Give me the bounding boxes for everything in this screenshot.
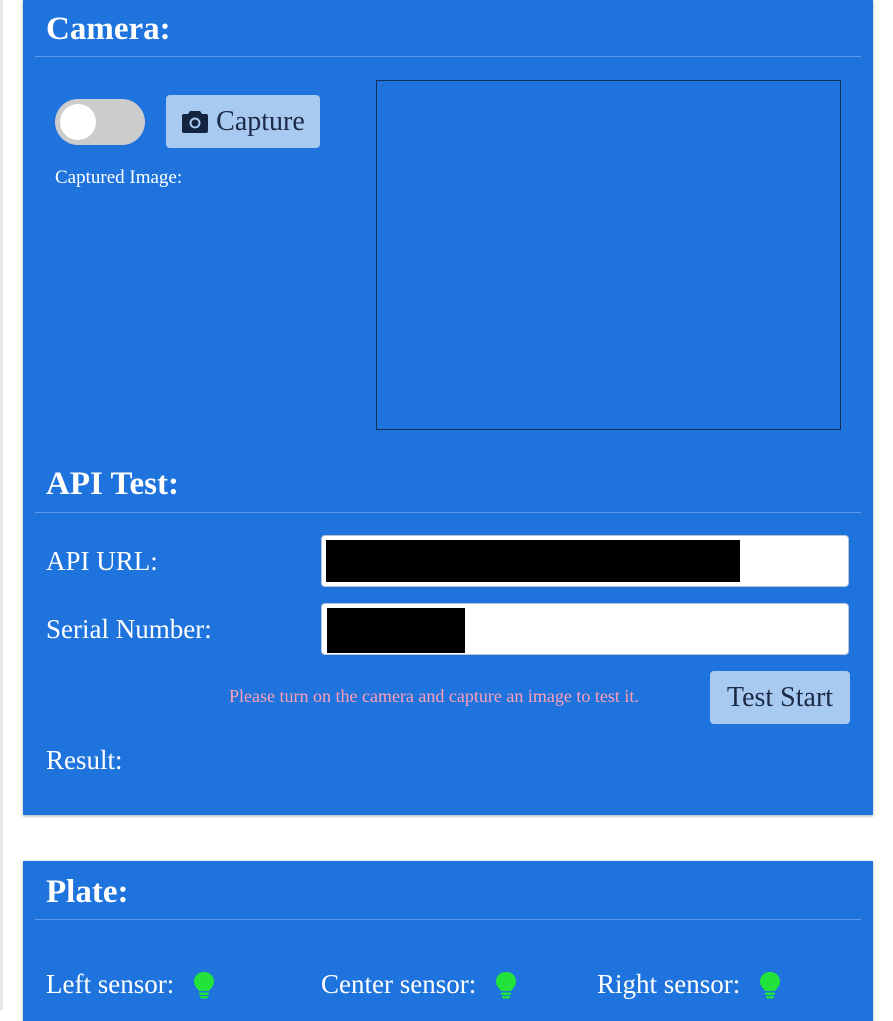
plate-panel: Plate: Left sensor: Center sensor: Right…	[23, 861, 873, 1021]
api-test-heading: API Test:	[46, 466, 179, 502]
serial-number-input[interactable]	[321, 603, 849, 655]
captured-image-label: Captured Image:	[55, 167, 183, 188]
right-sensor-label: Right sensor:	[597, 969, 741, 999]
lightbulb-icon	[740, 971, 781, 999]
api-url-redaction	[326, 540, 740, 582]
result-label: Result:	[46, 745, 123, 775]
camera-icon	[181, 109, 209, 134]
camera-toggle-knob	[60, 104, 96, 140]
center-sensor-label: Center sensor:	[321, 969, 477, 999]
right-sensor: Right sensor:	[597, 969, 781, 1000]
test-hint-text: Please turn on the camera and capture an…	[229, 686, 639, 706]
camera-divider	[35, 56, 861, 57]
capture-button[interactable]: Capture	[166, 95, 320, 148]
center-sensor: Center sensor:	[321, 969, 517, 1000]
camera-heading: Camera:	[46, 11, 171, 47]
capture-button-label: Capture	[216, 105, 305, 137]
test-start-button[interactable]: Test Start	[710, 671, 850, 724]
api-test-divider	[35, 512, 861, 513]
api-url-input[interactable]	[321, 535, 849, 587]
page-left-border	[0, 0, 3, 1010]
camera-api-panel: Camera: Capture Captured Image: API Test…	[23, 0, 873, 815]
lightbulb-icon	[476, 971, 517, 999]
plate-divider	[35, 919, 861, 920]
plate-heading: Plate:	[46, 874, 129, 910]
captured-image-frame	[376, 80, 841, 430]
camera-toggle[interactable]	[55, 99, 145, 145]
left-sensor: Left sensor:	[46, 969, 215, 1000]
serial-number-redaction	[327, 608, 465, 653]
serial-number-label: Serial Number:	[46, 614, 212, 644]
api-url-label: API URL:	[46, 546, 158, 576]
lightbulb-icon	[174, 971, 215, 999]
left-sensor-label: Left sensor:	[46, 969, 175, 999]
